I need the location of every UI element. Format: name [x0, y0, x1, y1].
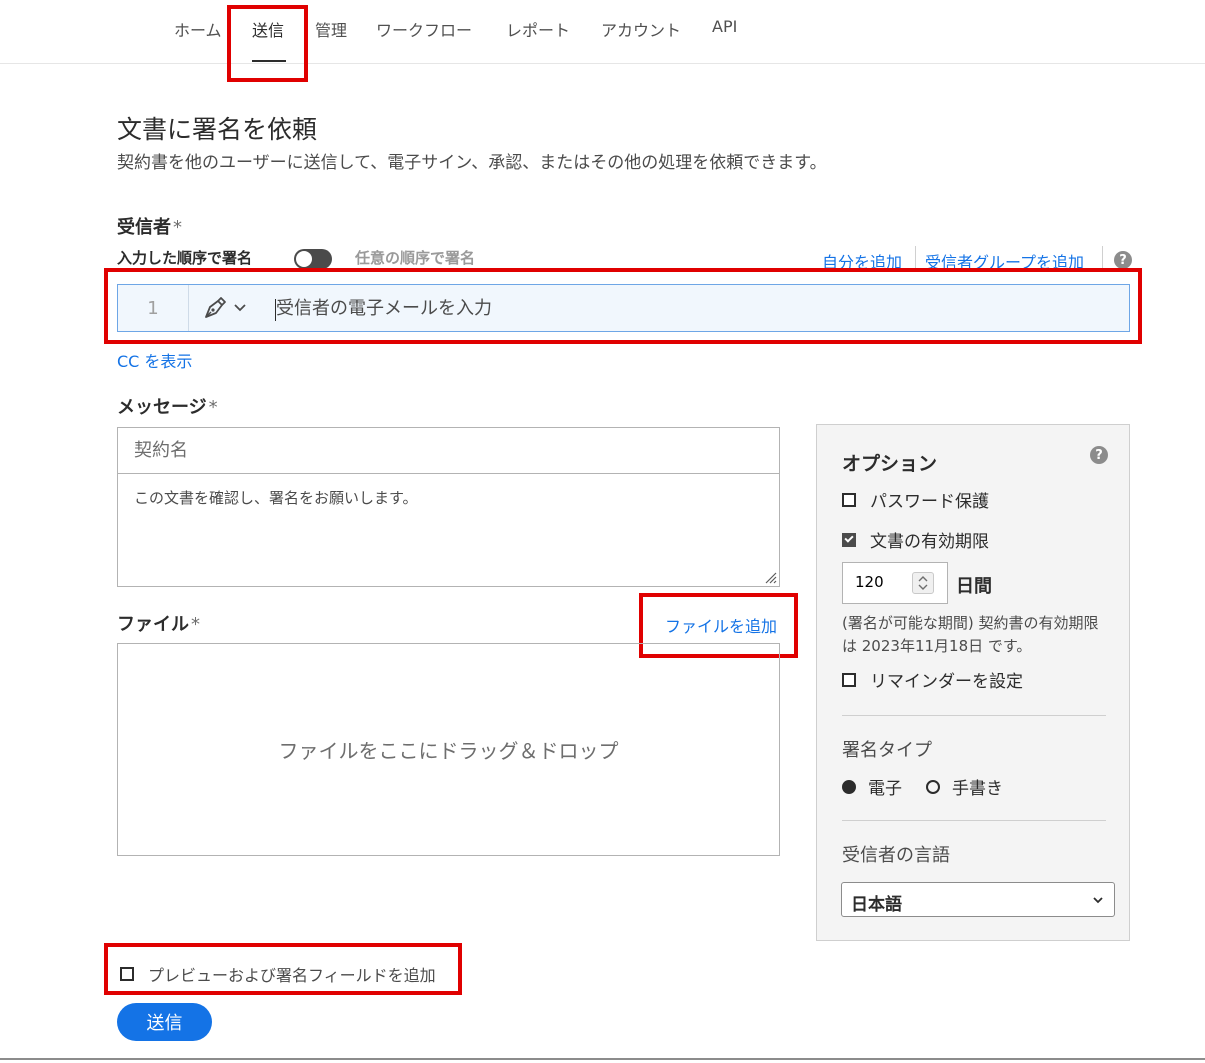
preview-checkbox[interactable] — [120, 967, 134, 981]
send-button[interactable]: 送信 — [117, 1003, 212, 1041]
signature-type-radios: 電子 手書き — [842, 774, 1003, 799]
password-protect-checkbox[interactable] — [842, 492, 856, 507]
preview-label: プレビューおよび署名フィールドを追加 — [148, 966, 436, 985]
required-mark: * — [208, 397, 218, 418]
options-panel: オプション ? パスワード保護 文書の有効期限 日間 (署名が可能な期間) 契約… — [816, 424, 1130, 941]
password-protect-option: パスワード保護 — [842, 487, 989, 512]
files-label-text: ファイル — [117, 614, 189, 635]
preview-option: プレビューおよび署名フィールドを追加 — [120, 962, 436, 986]
required-mark: * — [173, 217, 182, 238]
recipient-email-input[interactable] — [276, 293, 1116, 323]
reminder-checkbox[interactable] — [842, 672, 856, 687]
recipient-language-label: 受信者の言語 — [842, 845, 950, 866]
required-mark: * — [191, 614, 200, 635]
password-protect-label: パスワード保護 — [870, 492, 989, 512]
message-box: この文書を確認し、署名をお願いします。 — [117, 427, 780, 587]
reminder-label: リマインダーを設定 — [870, 672, 1023, 692]
doc-expiry-option: 文書の有効期限 — [842, 527, 989, 552]
files-label: ファイル * — [117, 610, 200, 636]
nav-send[interactable]: 送信 — [252, 17, 284, 41]
recipient-language-select[interactable]: 日本語 — [841, 882, 1115, 917]
toggle-knob — [296, 251, 312, 267]
message-label-text: メッセージ — [117, 397, 207, 418]
top-nav: ホーム 送信 管理 ワークフロー レポート アカウント API — [0, 0, 1205, 64]
page: ホーム 送信 管理 ワークフロー レポート アカウント API 文書に署名を依頼… — [0, 0, 1205, 1063]
sig-electronic-radio[interactable] — [842, 779, 856, 794]
active-tab-indicator — [252, 60, 286, 62]
order-any-label: 任意の順序で署名 — [355, 249, 476, 267]
message-label: メッセージ * — [117, 393, 218, 419]
signing-order-toggle[interactable] — [294, 249, 332, 269]
add-self-link[interactable]: 自分を追加 — [822, 249, 902, 273]
page-title: 文書に署名を依頼 — [117, 115, 318, 144]
doc-expiry-checkbox[interactable] — [842, 532, 856, 547]
nav-reports[interactable]: レポート — [506, 17, 570, 41]
reminder-option: リマインダーを設定 — [842, 667, 1023, 692]
signature-type-label: 署名タイプ — [842, 740, 932, 761]
nav-api[interactable]: API — [712, 17, 737, 36]
link-divider — [915, 246, 916, 268]
show-cc-link[interactable]: CC を表示 — [117, 348, 192, 372]
signer-role-dropdown[interactable] — [202, 295, 252, 321]
add-recipient-group-link[interactable]: 受信者グループを追加 — [925, 249, 1084, 273]
link-divider — [1102, 246, 1103, 268]
doc-expiry-label: 文書の有効期限 — [870, 532, 989, 552]
chevron-down-icon — [1093, 897, 1103, 904]
pen-icon — [205, 297, 246, 318]
sig-electronic-label: 電子 — [868, 779, 902, 799]
bottom-border — [0, 1058, 1205, 1060]
divider — [842, 820, 1106, 821]
language-selected-value: 日本語 — [851, 895, 902, 915]
options-title: オプション — [842, 453, 938, 475]
message-body-textarea[interactable]: この文書を確認し、署名をお願いします。 — [118, 475, 779, 586]
recipient-number: 1 — [118, 285, 189, 331]
expiry-note: (署名が可能な期間) 契約書の有効期限は 2023年11月18日 です。 — [842, 614, 1099, 655]
recipients-label: 受信者 * — [117, 213, 182, 239]
days-unit-label: 日間 — [956, 576, 992, 597]
nav-home[interactable]: ホーム — [174, 17, 222, 41]
sig-handwritten-label: 手書き — [952, 779, 1003, 799]
nav-account[interactable]: アカウント — [601, 17, 681, 41]
recipients-label-text: 受信者 — [117, 217, 171, 238]
page-subtitle: 契約書を他のユーザーに送信して、電子サイン、承認、またはその他の処理を依頼できま… — [117, 153, 827, 173]
help-icon[interactable]: ? — [1114, 251, 1132, 269]
nav-manage[interactable]: 管理 — [315, 17, 347, 41]
days-stepper[interactable] — [912, 572, 934, 594]
sig-handwritten-radio[interactable] — [926, 779, 940, 794]
nav-workflow[interactable]: ワークフロー — [376, 17, 472, 41]
order-sequential-label: 入力した順序で署名 — [117, 249, 253, 267]
file-drop-zone[interactable]: ファイルをここにドラッグ＆ドロップ — [117, 643, 780, 856]
expiry-days-input[interactable] — [855, 573, 905, 591]
recipient-row: 1 — [117, 284, 1130, 332]
agreement-name-input[interactable] — [118, 428, 779, 474]
add-file-link[interactable]: ファイルを追加 — [665, 613, 777, 637]
drop-zone-text: ファイルをここにドラッグ＆ドロップ — [278, 739, 619, 763]
resize-grip-icon[interactable] — [761, 568, 777, 584]
expiry-days-field — [842, 562, 948, 604]
stepper-arrows-icon — [918, 576, 928, 590]
options-help-icon[interactable]: ? — [1090, 446, 1108, 464]
divider — [842, 715, 1106, 716]
